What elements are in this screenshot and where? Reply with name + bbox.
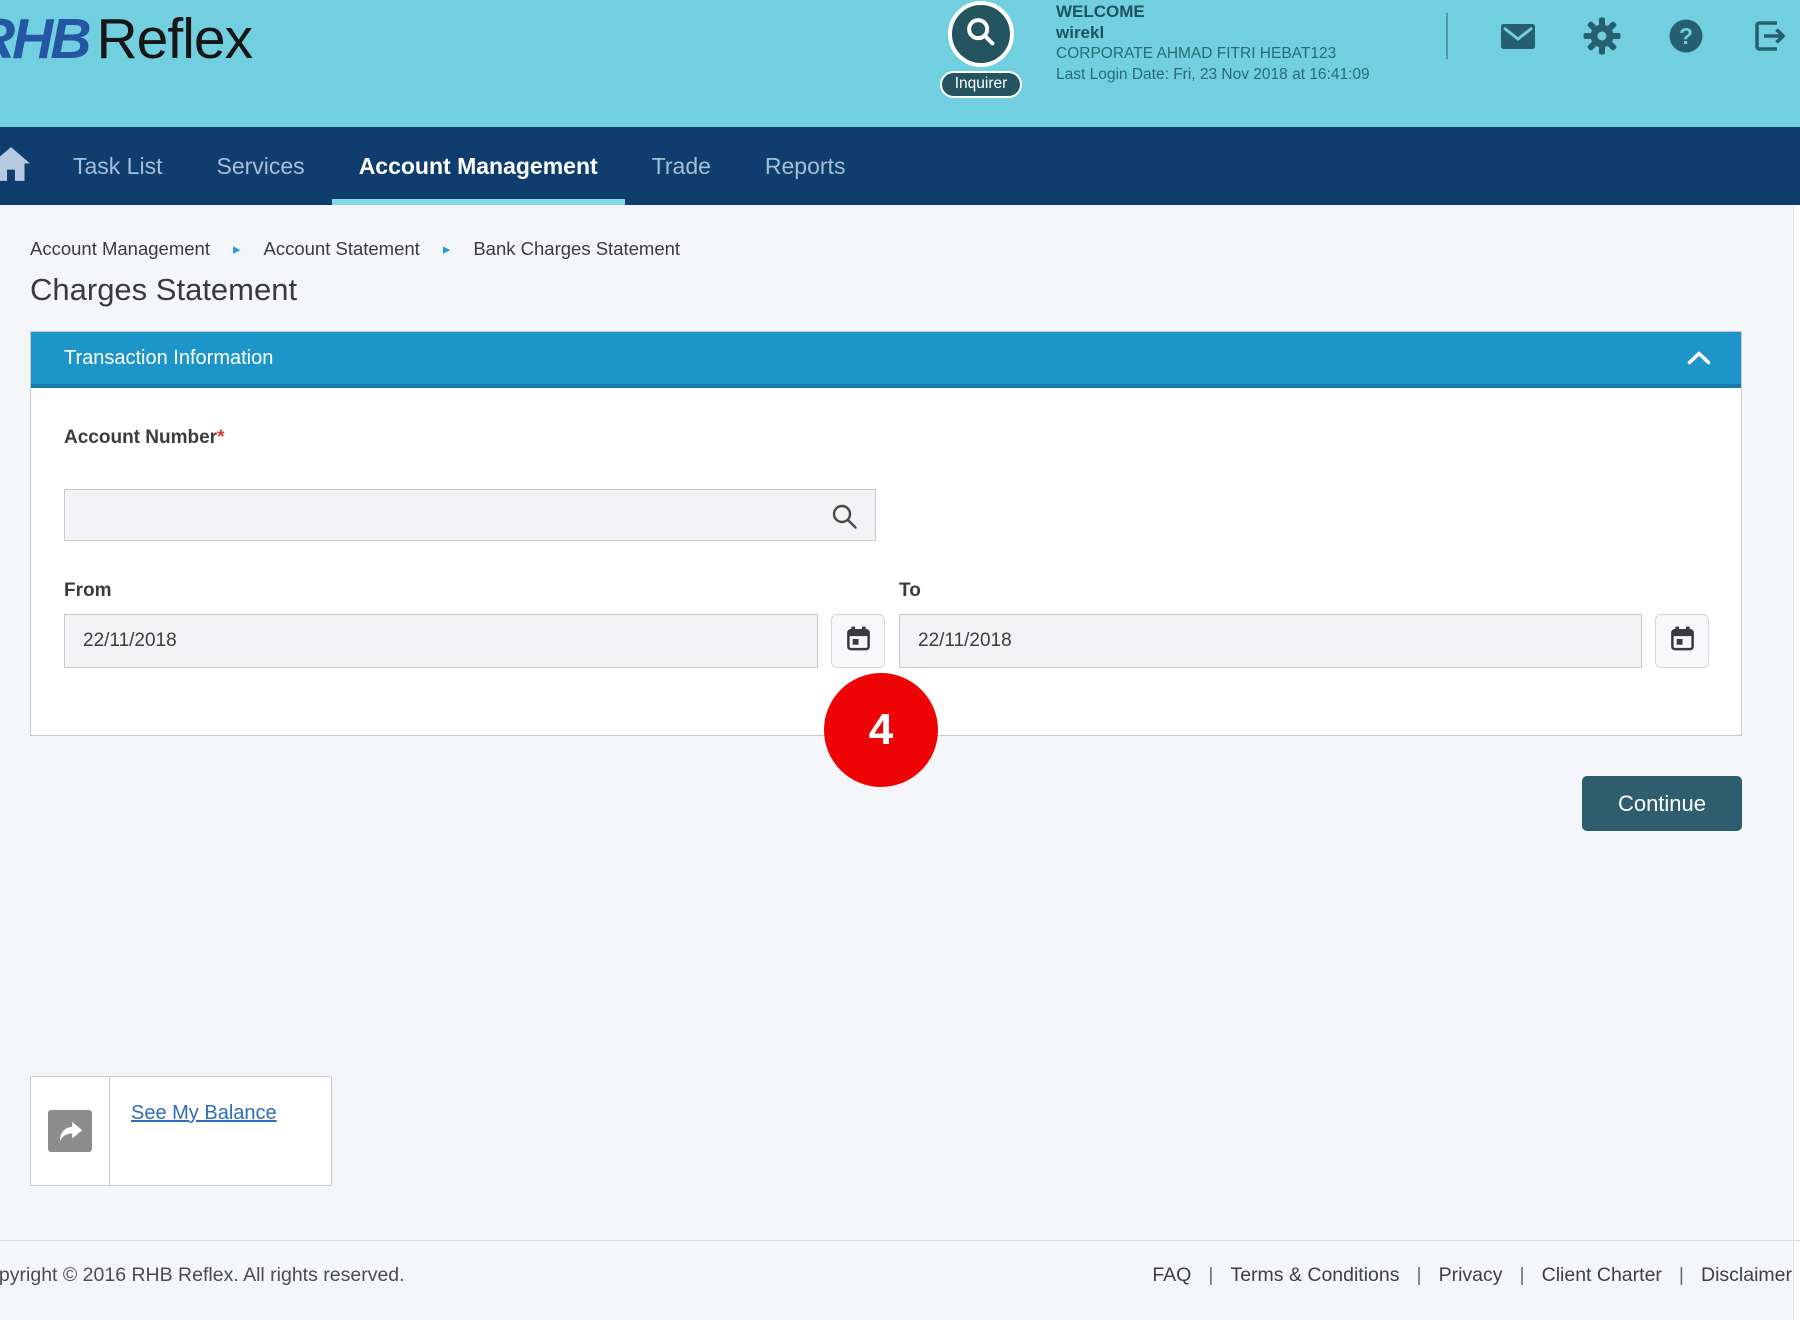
footer-links: FAQ Terms & Conditions Privacy Client Ch… — [1152, 1264, 1792, 1287]
last-login-text: Last Login Date: Fri, 23 Nov 2018 at 16:… — [1056, 64, 1370, 85]
to-calendar-button[interactable] — [1655, 614, 1709, 668]
footer-link-faq[interactable]: FAQ — [1152, 1264, 1191, 1287]
footer-link-disclaimer[interactable]: Disclaimer — [1662, 1264, 1792, 1287]
breadcrumb-arrow-icon: ▸ — [233, 240, 241, 258]
copyright-text: Copyright © 2016 RHB Reflex. All rights … — [0, 1264, 405, 1287]
welcome-block: WELCOME wirekl CORPORATE AHMAD FITRI HEB… — [1056, 1, 1370, 85]
from-date-column: From — [64, 579, 885, 668]
nav-item-reports[interactable]: Reports — [738, 127, 873, 205]
home-icon — [0, 146, 32, 187]
mail-icon[interactable] — [1498, 16, 1538, 56]
to-date-input[interactable] — [899, 614, 1642, 668]
avatar — [948, 1, 1014, 67]
account-number-input[interactable] — [65, 490, 875, 540]
footer: Copyright © 2016 RHB Reflex. All rights … — [0, 1240, 1800, 1287]
share-arrow-icon — [48, 1110, 92, 1152]
nav-label: Task List — [73, 153, 162, 180]
nav-item-account-management[interactable]: Account Management — [332, 127, 625, 205]
breadcrumb-account-management[interactable]: Account Management — [30, 238, 210, 260]
page-title: Charges Statement — [30, 272, 1742, 308]
breadcrumb-account-statement[interactable]: Account Statement — [264, 238, 420, 260]
to-date-column: To — [899, 579, 1709, 668]
nav-label: Reports — [765, 153, 846, 180]
main-nav: Task List Services Account Management Tr… — [0, 127, 1800, 205]
top-header: RHBReflex Inquirer WELCOME wirekl CORPOR… — [0, 0, 1800, 127]
settings-gear-icon[interactable] — [1582, 16, 1622, 56]
svg-text:?: ? — [1679, 23, 1693, 49]
from-label: From — [64, 579, 885, 603]
account-number-label-text: Account Number — [64, 427, 217, 448]
breadcrumb: Account Management ▸ Account Statement ▸… — [30, 205, 1742, 260]
account-number-field — [64, 489, 876, 541]
header-actions: ? — [1446, 13, 1790, 59]
step-annotation-badge: 4 — [824, 673, 938, 787]
nav-item-services[interactable]: Services — [189, 127, 331, 205]
brand-reflex: Reflex — [97, 7, 253, 71]
home-button[interactable] — [0, 127, 46, 205]
from-date-input[interactable] — [64, 614, 818, 668]
footer-link-terms[interactable]: Terms & Conditions — [1191, 1264, 1399, 1287]
user-avatar-block: Inquirer — [938, 1, 1024, 98]
breadcrumb-bank-charges-statement: Bank Charges Statement — [473, 238, 680, 260]
to-label: To — [899, 579, 1709, 603]
nav-item-task-list[interactable]: Task List — [46, 127, 189, 205]
date-range-row: From — [64, 579, 1709, 668]
panel-title: Transaction Information — [64, 347, 1687, 370]
footer-link-privacy[interactable]: Privacy — [1400, 1264, 1503, 1287]
account-lookup-search-icon[interactable] — [829, 501, 859, 536]
brand-rhb: RHB — [0, 7, 89, 71]
calendar-icon — [1669, 625, 1696, 657]
nav-label: Services — [216, 153, 304, 180]
nav-label: Trade — [652, 153, 711, 180]
transaction-information-panel: Transaction Information Account Number* — [30, 331, 1742, 736]
logout-icon[interactable] — [1750, 16, 1790, 56]
footer-link-client-charter[interactable]: Client Charter — [1503, 1264, 1662, 1287]
continue-button[interactable]: Continue — [1582, 776, 1742, 831]
nav-label: Account Management — [359, 153, 598, 180]
calendar-icon — [845, 625, 872, 657]
role-badge: Inquirer — [940, 71, 1023, 98]
from-calendar-button[interactable] — [831, 614, 885, 668]
inquirer-magnifier-icon — [962, 13, 1000, 56]
brand-logo[interactable]: RHBReflex — [0, 6, 252, 72]
nav-item-trade[interactable]: Trade — [625, 127, 738, 205]
welcome-label: WELCOME — [1056, 1, 1370, 22]
collapse-chevron-icon[interactable] — [1687, 351, 1711, 365]
username-text: wirekl — [1056, 22, 1370, 43]
panel-header[interactable]: Transaction Information — [31, 332, 1741, 388]
header-divider — [1446, 13, 1448, 59]
balance-icon-cell — [31, 1077, 110, 1185]
account-number-label: Account Number* — [64, 426, 1709, 450]
required-asterisk: * — [217, 427, 224, 448]
content-area: Account Management ▸ Account Statement ▸… — [0, 205, 1800, 1186]
help-icon[interactable]: ? — [1666, 16, 1706, 56]
see-my-balance-widget: See My Balance — [30, 1076, 332, 1186]
see-my-balance-link[interactable]: See My Balance — [131, 1102, 277, 1124]
scrollbar[interactable] — [1793, 205, 1800, 1320]
balance-link-cell: See My Balance — [110, 1077, 277, 1185]
breadcrumb-arrow-icon: ▸ — [443, 240, 451, 258]
corporate-text: CORPORATE AHMAD FITRI HEBAT123 — [1056, 43, 1370, 64]
